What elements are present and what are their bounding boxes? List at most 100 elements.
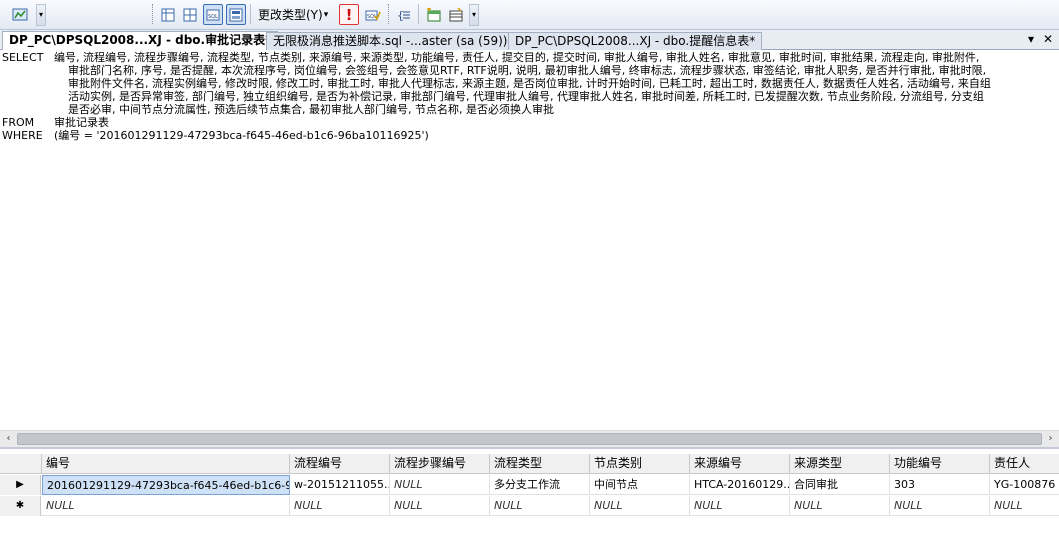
add-table-button[interactable] (424, 4, 444, 25)
sql-select-columns: 审批部门名称, 序号, 是否提醒, 本次流程序号, 岗位编号, 会签组号, 会签… (68, 64, 987, 77)
execute-icon: ! (345, 5, 353, 24)
chevron-down-icon: ▾ (323, 9, 329, 20)
toolbar-overflow-right[interactable]: ▾ (469, 4, 479, 26)
row-pointer-icon: ▶ (16, 479, 24, 490)
show-diagram-pane-button[interactable] (10, 4, 30, 25)
grid-corner[interactable] (0, 454, 42, 474)
scrollbar-thumb[interactable] (17, 433, 1042, 445)
grid-cell[interactable]: NULL (390, 475, 490, 495)
grid-cell[interactable]: NULL (590, 496, 690, 516)
column-header[interactable]: 流程编号 (290, 454, 390, 474)
column-header[interactable]: 责任人 (990, 454, 1059, 474)
svg-text:SQL: SQL (208, 14, 218, 20)
scroll-left-button[interactable]: ‹ (1, 432, 16, 446)
document-tab-bar: DP_PC\DPSQL2008...XJ - dbo.审批记录表* 无限极消息推… (0, 30, 1059, 51)
derived-table-icon (449, 7, 463, 21)
show-grid-pane-button[interactable] (180, 4, 200, 25)
execute-sql-button[interactable]: ! (339, 4, 359, 25)
column-header[interactable]: 功能编号 (890, 454, 990, 474)
group-by-icon: { (397, 9, 410, 22)
column-header[interactable]: 节点类别 (590, 454, 690, 474)
grid-cell[interactable]: 合同审批 (790, 475, 890, 495)
grid-cell[interactable]: NULL (42, 496, 290, 516)
add-derived-table-button[interactable] (446, 4, 466, 25)
scroll-right-button[interactable]: › (1043, 432, 1058, 446)
grid-header-row: 编号 流程编号 流程步骤编号 流程类型 节点类别 来源编号 来源类型 功能编号 … (0, 454, 1059, 474)
tab-label: 无限极消息推送脚本.sql -...aster (sa (59)) (273, 34, 508, 48)
grid-cell[interactable]: YG-100876 (990, 475, 1059, 495)
verify-sql-icon: SQL (365, 10, 381, 21)
sql-select-columns: 活动实例, 是否异常审签, 部门编号, 独立组织编号, 是否为补偿记录, 审批部… (68, 90, 984, 103)
toolbar-separator (418, 4, 419, 24)
grid-cell[interactable]: NULL (690, 496, 790, 516)
tab-reminder-table[interactable]: DP_PC\DPSQL2008...XJ - dbo.提醒信息表* (508, 32, 763, 50)
sql-from-table: 审批记录表 (54, 116, 109, 129)
sql-where-line: WHERE (编号 = '201601291129-47293bca-f645-4… (2, 129, 429, 142)
group-by-button[interactable]: { (394, 4, 414, 25)
sql-pane-horizontal-scrollbar[interactable]: ‹ › (0, 430, 1059, 447)
verify-sql-button[interactable]: SQL (363, 4, 383, 25)
toolbar-grip (388, 4, 391, 24)
grid-cell[interactable]: NULL (490, 496, 590, 516)
current-row-indicator[interactable]: ▶ (0, 475, 41, 495)
change-type-dropdown[interactable]: 更改类型(Y) ▾ (256, 4, 330, 25)
close-icon: ✕ (1042, 32, 1054, 46)
grid-cell[interactable]: NULL (990, 496, 1059, 516)
table-row[interactable]: ▶ 201601291129-47293bca-f645-46ed-b1c6-9… (0, 475, 1059, 495)
change-type-label: 更改类型(Y) (258, 8, 323, 22)
grid-cell[interactable]: 多分支工作流 (490, 475, 590, 495)
column-header[interactable]: 流程类型 (490, 454, 590, 474)
toolbar-overflow-left[interactable]: ▾ (36, 4, 46, 26)
column-header[interactable]: 流程步骤编号 (390, 454, 490, 474)
sql-keyword-from: FROM (2, 116, 35, 129)
query-designer-toolbar: ▾ SQL 更改类型(Y) ▾ ! SQL {▾ (0, 0, 1059, 30)
tab-list-dropdown[interactable]: ▾ (1023, 32, 1039, 46)
grid-cell[interactable]: NULL (890, 496, 990, 516)
grid-cell[interactable]: w-20151211055... (290, 475, 390, 495)
sql-select-columns: 是否必审, 中间节点分流属性, 预选后续节点集合, 最初审批人部门编号, 节点名… (68, 103, 554, 116)
grid-cell[interactable]: NULL (390, 496, 490, 516)
sql-pane[interactable]: SELECT 编号, 流程编号, 流程步骤编号, 流程类型, 节点类别, 来源编号… (0, 50, 1059, 430)
tab-push-script[interactable]: 无限极消息推送脚本.sql -...aster (sa (59)) (266, 32, 515, 50)
grid-cell[interactable]: NULL (790, 496, 890, 516)
grid-cell[interactable]: 303 (890, 475, 990, 495)
grid-cell[interactable]: NULL (290, 496, 390, 516)
sql-select-line: SELECT 编号, 流程编号, 流程步骤编号, 流程类型, 节点类别, 来源编号… (2, 51, 979, 64)
show-criteria-pane-button[interactable] (158, 4, 178, 25)
toolbar-separator (250, 4, 251, 24)
sql-keyword-select: SELECT (2, 51, 44, 64)
close-tab-button[interactable]: ✕ (1040, 32, 1056, 46)
diagram-icon (12, 8, 28, 20)
grid-cell[interactable]: 中间节点 (590, 475, 690, 495)
column-header[interactable]: 来源编号 (690, 454, 790, 474)
grid-pane-icon (183, 8, 197, 21)
svg-text:{: { (397, 9, 404, 22)
sql-where-clause: (编号 = '201601291129-47293bca-f645-46ed-b… (54, 129, 429, 142)
tab-label: DP_PC\DPSQL2008...XJ - dbo.审批记录表* (9, 33, 272, 47)
tab-label: DP_PC\DPSQL2008...XJ - dbo.提醒信息表* (515, 34, 756, 48)
criteria-pane-icon (161, 8, 175, 21)
results-pane-icon (229, 8, 243, 21)
column-header[interactable]: 编号 (42, 454, 290, 474)
chevron-left-icon: ‹ (6, 433, 11, 444)
query-designer-window: ▾ SQL 更改类型(Y) ▾ ! SQL {▾ DP_PC\DPSQL200… (0, 0, 1059, 546)
sql-select-columns: 审批附件文件名, 流程实例编号, 修改时限, 修改工时, 审批工时, 审批人代理… (68, 77, 991, 90)
tab-audit-record-table[interactable]: DP_PC\DPSQL2008...XJ - dbo.审批记录表* (2, 31, 279, 51)
new-row-indicator[interactable]: ✱ (0, 496, 41, 516)
show-results-pane-button[interactable] (226, 4, 246, 25)
grid-cell-id[interactable]: 201601291129-47293bca-f645-46ed-b1c6-96b… (42, 475, 290, 495)
results-grid: 编号 流程编号 流程步骤编号 流程类型 节点类别 来源编号 来源类型 功能编号 … (0, 447, 1059, 546)
add-table-icon (427, 7, 441, 21)
chevron-right-icon: › (1048, 433, 1053, 444)
sql-select-columns: 编号, 流程编号, 流程步骤编号, 流程类型, 节点类别, 来源编号, 来源类型… (54, 51, 980, 64)
toolbar-grip (152, 4, 155, 24)
sql-pane-icon: SQL (206, 9, 220, 20)
sql-keyword-where: WHERE (2, 129, 43, 142)
grid-cell[interactable]: HTCA-20160129... (690, 475, 790, 495)
show-sql-pane-button[interactable]: SQL (203, 4, 223, 25)
new-row-icon: ✱ (15, 500, 25, 511)
sql-from-line: FROM 审批记录表 (2, 116, 109, 129)
column-header[interactable]: 来源类型 (790, 454, 890, 474)
chevron-down-icon: ▾ (1027, 32, 1035, 46)
table-row-new[interactable]: ✱ NULL NULL NULL NULL NULL NULL NULL NUL… (0, 496, 1059, 516)
